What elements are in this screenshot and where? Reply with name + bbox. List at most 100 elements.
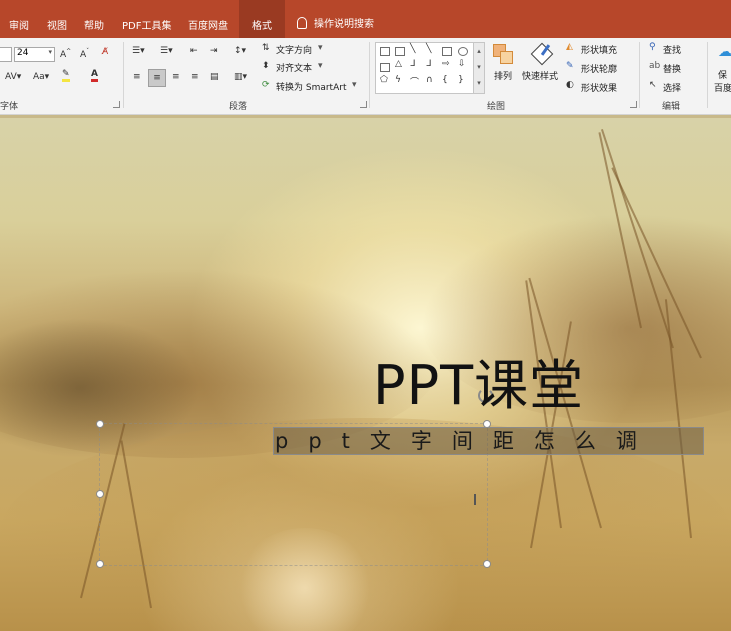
- quick-styles-button[interactable]: 快速样式: [522, 69, 558, 82]
- increase-indent-icon[interactable]: ⇥: [210, 46, 218, 56]
- find-icon[interactable]: ⚲: [649, 42, 656, 52]
- convert-smartart-button[interactable]: 转换为 SmartArt: [276, 80, 346, 93]
- tab-view[interactable]: 视图: [47, 17, 67, 32]
- ribbon: 24 ▾ A^ Aˇ A̸ AV▾ Aa▾ ✎ A 字体 ☰▾ ☰▾ ⇤ ⇥ ↕…: [0, 38, 731, 115]
- chevron-down-icon: ▾: [318, 43, 323, 53]
- paragraph-group-label: 段落: [229, 102, 248, 112]
- resize-handle[interactable]: [96, 560, 104, 568]
- justify-icon[interactable]: ≡: [191, 72, 199, 82]
- shape-fill-icon[interactable]: ◭: [566, 42, 573, 52]
- tab-baidu-netdisk[interactable]: 百度网盘: [188, 17, 228, 32]
- bullets-icon[interactable]: ☰▾: [132, 46, 145, 56]
- columns-icon[interactable]: ▥▾: [234, 72, 247, 82]
- vertical-textbox-shape-icon[interactable]: [395, 47, 405, 56]
- resize-handle[interactable]: [96, 420, 104, 428]
- slide-canvas[interactable]: PPT课堂 ppt文字间距怎么调: [0, 118, 731, 631]
- baidu-save-icon[interactable]: ☁: [718, 44, 731, 60]
- down-arrow-shape-icon[interactable]: ⇩: [458, 59, 466, 69]
- shape-outline-icon[interactable]: ✎: [566, 61, 574, 71]
- left-brace-icon[interactable]: {: [442, 75, 448, 85]
- select-icon[interactable]: ↖: [649, 80, 657, 90]
- align-center-icon[interactable]: ≡: [148, 69, 166, 87]
- chevron-down-icon: ▾: [318, 61, 323, 71]
- numbering-icon[interactable]: ☰▾: [160, 46, 173, 56]
- tab-format[interactable]: 格式: [239, 0, 285, 38]
- lightbulb-icon: [297, 17, 307, 29]
- align-right-icon[interactable]: ≡: [172, 72, 180, 82]
- right-brace-icon[interactable]: }: [458, 75, 464, 85]
- tab-help[interactable]: 帮助: [84, 17, 104, 32]
- save-label-line2[interactable]: 百度: [714, 81, 731, 94]
- triangle-shape-icon[interactable]: △: [395, 59, 402, 69]
- chevron-down-icon: ▾: [352, 80, 357, 90]
- font-dialog-launcher[interactable]: [113, 101, 120, 108]
- save-label-line1[interactable]: 保: [718, 68, 727, 81]
- line-spacing-icon[interactable]: ↕▾: [234, 46, 246, 56]
- clear-format-icon[interactable]: A̸: [102, 47, 108, 57]
- arrange-button[interactable]: 排列: [494, 69, 512, 82]
- line-shape-icon[interactable]: ╲: [410, 44, 415, 54]
- freeform-shape-icon[interactable]: ⬠: [380, 75, 388, 85]
- group-divider: [369, 42, 370, 108]
- group-divider: [707, 42, 708, 108]
- align-left-icon[interactable]: ≡: [133, 72, 141, 82]
- slide-title[interactable]: PPT课堂: [373, 341, 584, 420]
- font-name-box[interactable]: [0, 47, 12, 62]
- font-group-label: 字体: [0, 102, 19, 112]
- arrange-icon[interactable]: [493, 44, 513, 64]
- resize-handle[interactable]: [96, 490, 104, 498]
- shapes-gallery-scroll[interactable]: ▴ ▾ ▾: [473, 42, 485, 94]
- smartart-icon[interactable]: ⟳: [262, 80, 270, 90]
- font-color-icon[interactable]: A: [91, 70, 98, 82]
- tab-pdf-tools[interactable]: PDF工具集: [122, 17, 171, 32]
- shape-effects-button[interactable]: 形状效果: [581, 81, 617, 94]
- rect-shape-icon[interactable]: [380, 63, 390, 72]
- shrink-font-icon[interactable]: Aˇ: [80, 48, 89, 60]
- tab-review[interactable]: 审阅: [9, 17, 29, 32]
- rectangle-shape-icon[interactable]: [442, 47, 452, 56]
- decrease-indent-icon[interactable]: ⇤: [190, 46, 198, 56]
- group-divider: [123, 42, 124, 108]
- text-direction-icon[interactable]: ⇅: [262, 43, 270, 53]
- right-arrow-shape-icon[interactable]: ⇨: [442, 59, 450, 69]
- align-text-icon[interactable]: ⬍: [262, 61, 270, 71]
- replace-icon[interactable]: ab: [649, 61, 660, 71]
- align-text-button[interactable]: 对齐文本: [276, 61, 312, 74]
- highlight-icon[interactable]: ✎: [62, 70, 70, 82]
- find-button[interactable]: 查找: [663, 43, 681, 56]
- arc-shape-icon[interactable]: ∩: [426, 75, 433, 85]
- paragraph-dialog-launcher[interactable]: [360, 101, 367, 108]
- text-cursor-icon: [474, 494, 476, 505]
- char-spacing-icon[interactable]: AV▾: [5, 72, 21, 82]
- textbox-shape-icon[interactable]: [380, 47, 390, 56]
- tell-me-search[interactable]: 操作说明搜索: [297, 15, 374, 30]
- text-direction-button[interactable]: 文字方向: [276, 43, 312, 56]
- distributed-icon[interactable]: ▤: [210, 72, 219, 82]
- select-button[interactable]: 选择: [663, 81, 681, 94]
- resize-handle[interactable]: [483, 560, 491, 568]
- ribbon-tab-bar: 审阅 视图 帮助 PDF工具集 百度网盘 格式 操作说明搜索: [0, 0, 731, 38]
- slide-subtitle-selected[interactable]: ppt文字间距怎么调: [273, 427, 704, 455]
- editing-group-label: 编辑: [662, 102, 681, 112]
- font-size-value: 24: [17, 48, 29, 58]
- grow-font-icon[interactable]: A^: [60, 48, 71, 60]
- oval-shape-icon[interactable]: [458, 47, 468, 56]
- lightning-shape-icon[interactable]: ϟ: [395, 75, 401, 85]
- shape-effects-icon[interactable]: ◐: [566, 80, 574, 90]
- chevron-down-icon: ▾: [48, 48, 52, 56]
- elbow-connector-icon[interactable]: ᒧ: [410, 59, 416, 69]
- replace-button[interactable]: 替换: [663, 62, 681, 75]
- shape-outline-button[interactable]: 形状轮廓: [581, 62, 617, 75]
- drawing-dialog-launcher[interactable]: [630, 101, 637, 108]
- drawing-group-label: 绘图: [487, 102, 506, 112]
- group-divider: [639, 42, 640, 108]
- shapes-gallery[interactable]: ╲ ╲ △ ᒧ ᒧ ⇨ ⇩ ⬠ ϟ ⌒ ∩ { }: [375, 42, 483, 94]
- shape-fill-button[interactable]: 形状填充: [581, 43, 617, 56]
- quick-styles-icon[interactable]: [530, 42, 554, 66]
- font-size-box[interactable]: 24 ▾: [14, 47, 55, 62]
- tell-me-label: 操作说明搜索: [314, 19, 374, 30]
- arrow-shape-icon[interactable]: ╲: [426, 44, 431, 54]
- change-case-icon[interactable]: Aa▾: [33, 72, 49, 82]
- curve-shape-icon[interactable]: ⌒: [410, 75, 419, 88]
- connector-icon[interactable]: ᒧ: [426, 59, 432, 69]
